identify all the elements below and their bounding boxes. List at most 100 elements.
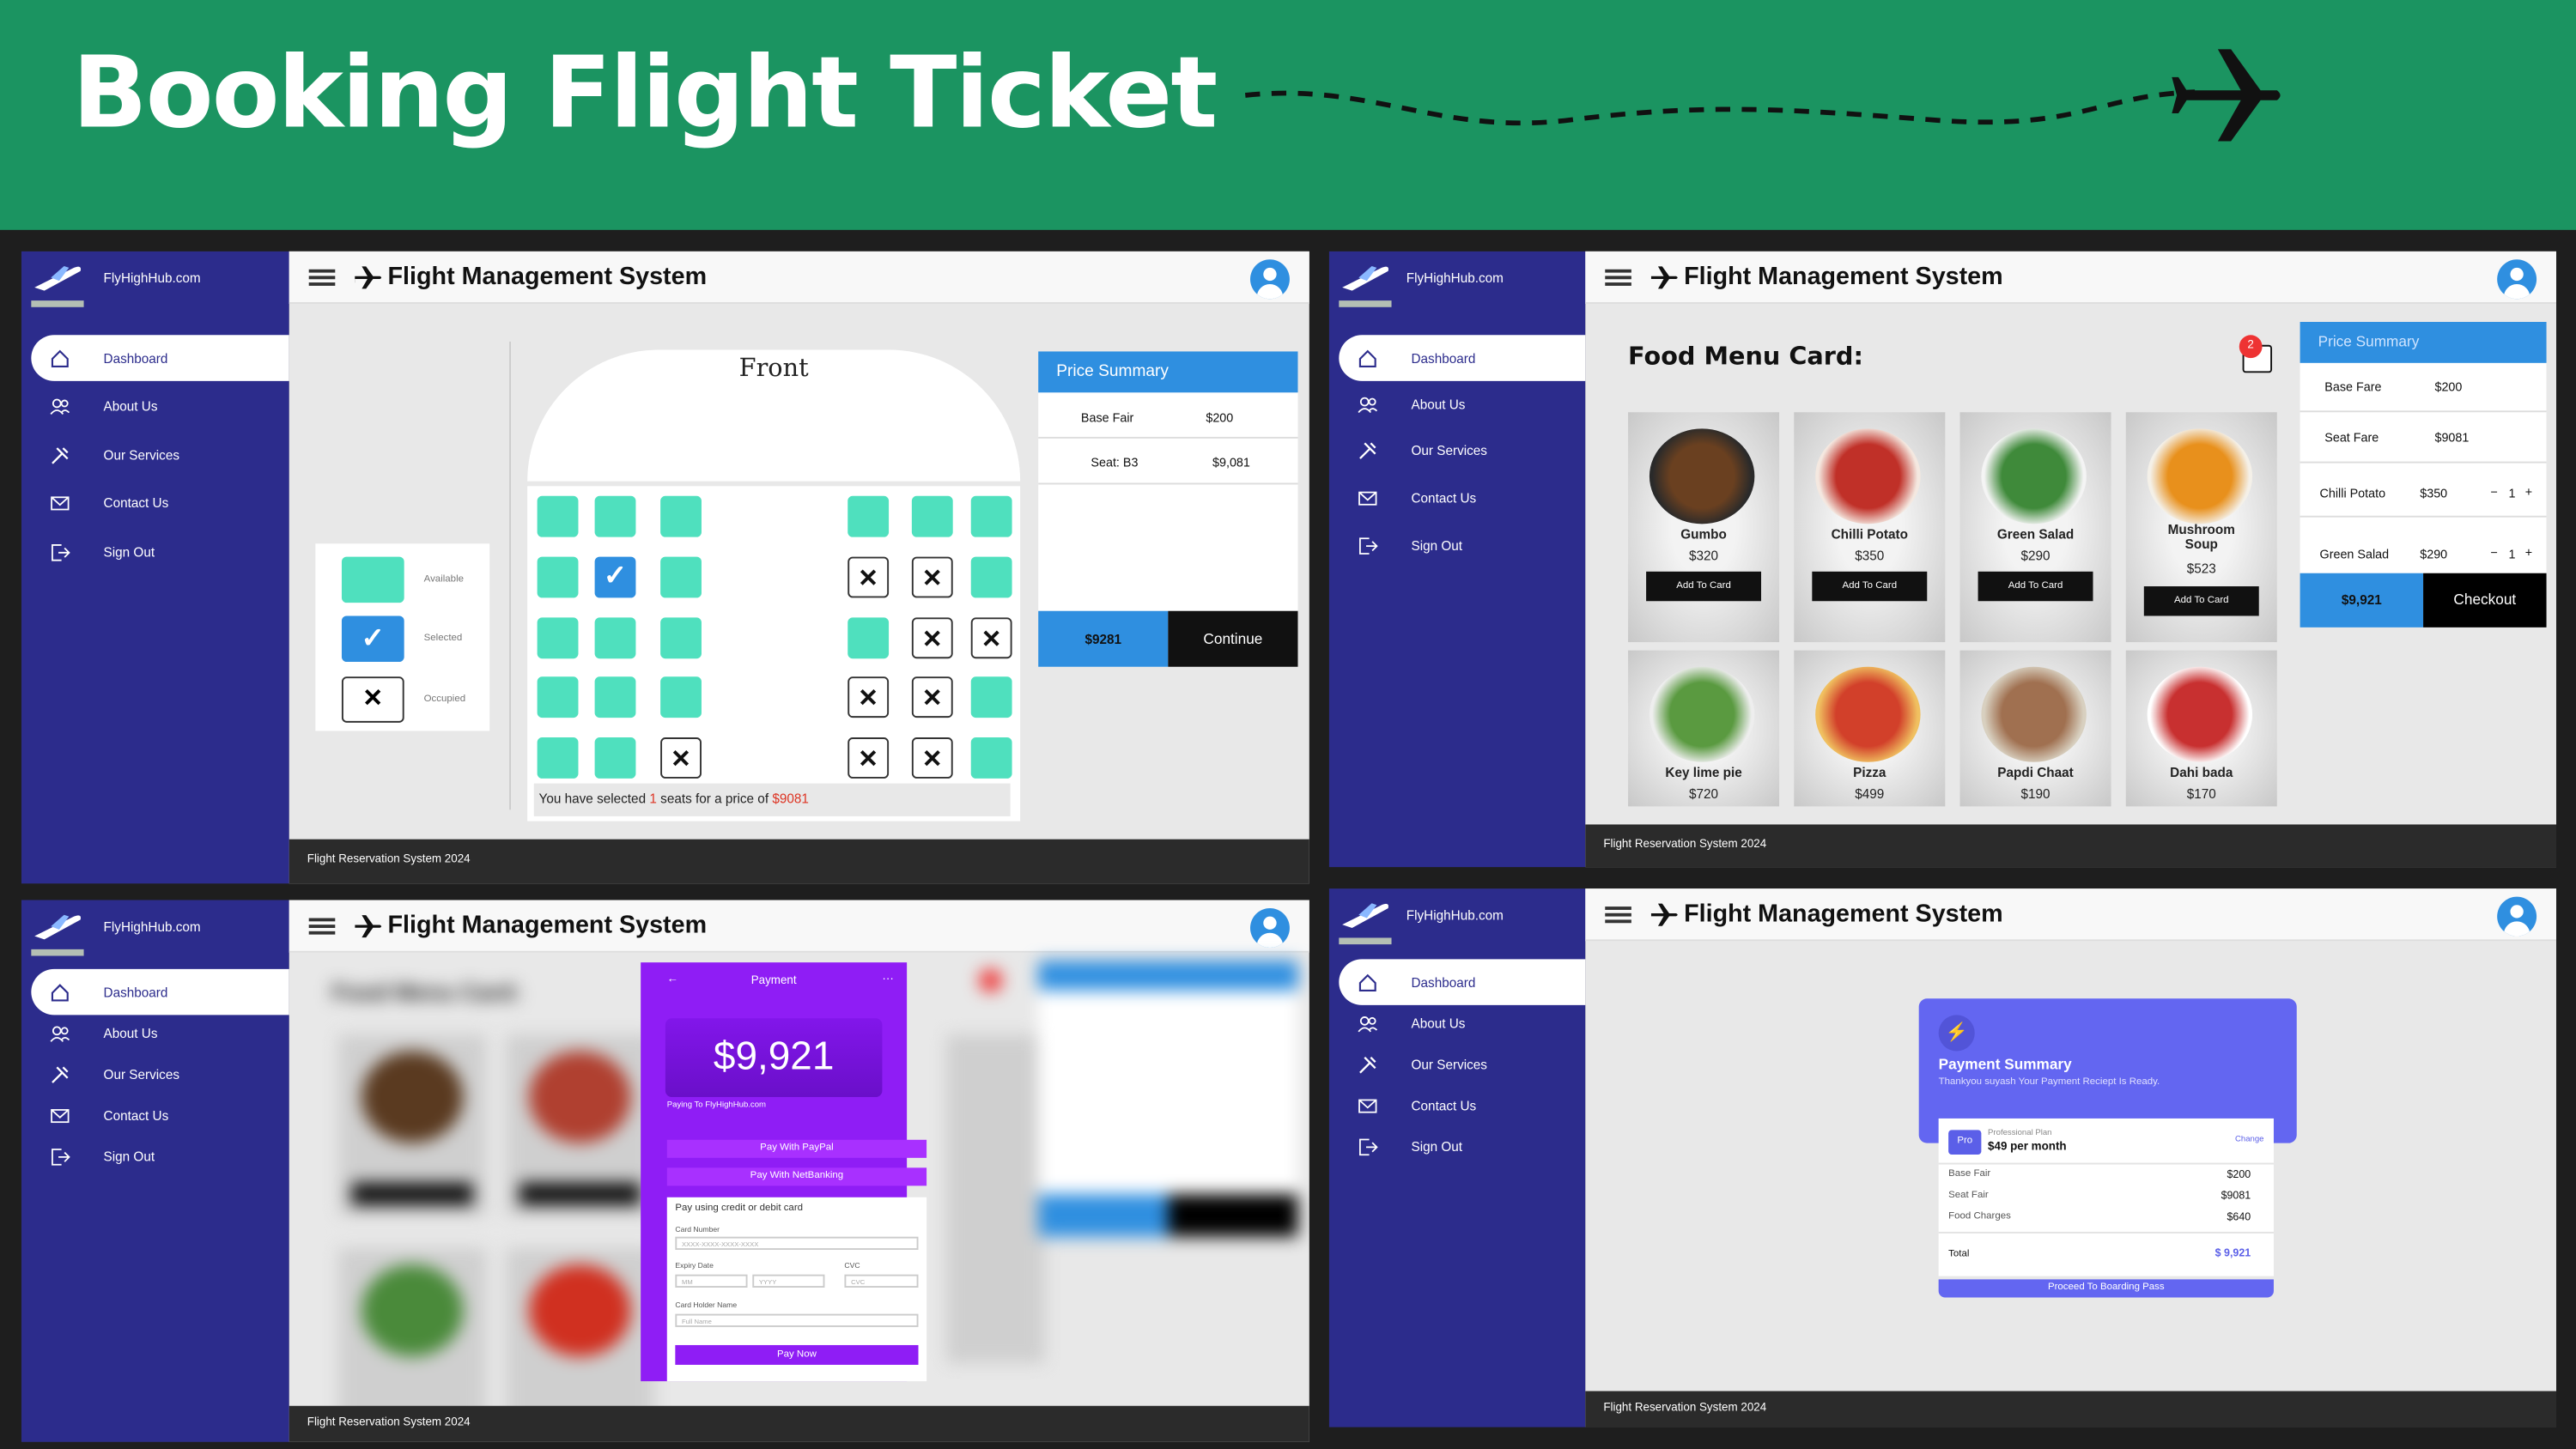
- seat[interactable]: [848, 556, 890, 598]
- seat[interactable]: [970, 676, 1012, 718]
- pay-now-button[interactable]: Pay Now: [675, 1344, 919, 1365]
- add-to-card-button[interactable]: Add To Card: [1978, 571, 2093, 602]
- nav-contact-us[interactable]: Contact Us: [31, 1092, 289, 1138]
- pay-with-netbanking-button[interactable]: Pay With NetBanking: [666, 1167, 927, 1186]
- card-holder-input[interactable]: Full Name: [675, 1313, 919, 1327]
- nav-dashboard[interactable]: Dashboard: [1339, 335, 1586, 381]
- seat[interactable]: [537, 617, 579, 659]
- seat[interactable]: [594, 676, 636, 718]
- nav-about-us[interactable]: About Us: [1339, 381, 1585, 427]
- seat[interactable]: [911, 495, 953, 537]
- nav-sign-out[interactable]: Sign Out: [1339, 1124, 1585, 1170]
- food-image: [1981, 428, 2087, 524]
- seat[interactable]: [848, 737, 890, 779]
- user-avatar[interactable]: [2497, 259, 2537, 300]
- seat[interactable]: [660, 617, 702, 659]
- expiry-month-input[interactable]: MM: [675, 1274, 748, 1288]
- seat[interactable]: [594, 495, 636, 537]
- seat[interactable]: [911, 617, 953, 659]
- cvc-input[interactable]: CVC: [844, 1274, 919, 1288]
- decrement-button[interactable]: −: [2491, 484, 2498, 499]
- menu-icon[interactable]: [308, 918, 336, 935]
- increment-button[interactable]: +: [2525, 545, 2532, 560]
- seat[interactable]: [848, 617, 890, 659]
- nav-about-us[interactable]: About Us: [1339, 1000, 1585, 1046]
- plan-price: $49 per month: [1988, 1141, 2067, 1154]
- nav-our-services[interactable]: Our Services: [1339, 1041, 1585, 1088]
- app-header: Flight Management System: [289, 900, 1309, 953]
- users-icon: [1355, 1012, 1378, 1035]
- seat[interactable]: [660, 737, 702, 779]
- seat[interactable]: [660, 676, 702, 718]
- nav-contact-us[interactable]: Contact Us: [31, 480, 289, 526]
- nav-dashboard[interactable]: Dashboard: [31, 335, 289, 381]
- nav-our-services[interactable]: Our Services: [31, 1051, 289, 1097]
- continue-button[interactable]: Continue: [1168, 610, 1298, 667]
- food-card: Pizza $499: [1794, 650, 1946, 807]
- nav-sign-out[interactable]: Sign Out: [31, 1133, 289, 1179]
- seat-legend: Available ✓ Selected ✕ Occupied: [315, 543, 490, 731]
- seat[interactable]: [848, 676, 890, 718]
- add-to-card-button[interactable]: Add To Card: [1646, 571, 1762, 602]
- user-avatar[interactable]: [2497, 896, 2537, 937]
- user-avatar[interactable]: [1249, 259, 1290, 300]
- nav-sign-out[interactable]: Sign Out: [1339, 522, 1585, 568]
- seat[interactable]: [537, 556, 579, 598]
- app-title: Flight Management System: [355, 912, 707, 939]
- proceed-to-boarding-pass-button[interactable]: Proceed To Boarding Pass: [1938, 1279, 2274, 1298]
- main-content: Flight Management System Available ✓ Sele…: [289, 251, 1309, 884]
- nav-dashboard[interactable]: Dashboard: [31, 968, 289, 1016]
- nav-contact-us[interactable]: Contact Us: [1339, 1082, 1585, 1129]
- change-link[interactable]: Change: [2235, 1135, 2264, 1144]
- food-menu-screenshot: FlyHighHub.com Dashboard About Us Our Se…: [1328, 251, 2557, 868]
- receipt-label: Base Fair: [1948, 1169, 1991, 1179]
- app-header: Flight Management System: [1585, 251, 2557, 304]
- nav-about-us[interactable]: About Us: [31, 1010, 289, 1057]
- seat[interactable]: [660, 495, 702, 537]
- nav-our-services[interactable]: Our Services: [31, 432, 289, 478]
- seat[interactable]: [970, 495, 1012, 537]
- seat[interactable]: [594, 556, 636, 598]
- decrement-button[interactable]: −: [2491, 545, 2498, 560]
- total-label: Total: [1948, 1249, 1970, 1260]
- nav-contact-us[interactable]: Contact Us: [1339, 475, 1585, 521]
- user-avatar[interactable]: [1249, 908, 1290, 948]
- seat[interactable]: [594, 617, 636, 659]
- expiry-year-input[interactable]: YYYY: [752, 1274, 825, 1288]
- add-to-card-button[interactable]: Add To Card: [1812, 571, 1928, 602]
- increment-button[interactable]: +: [2525, 484, 2532, 499]
- seat[interactable]: [660, 556, 702, 598]
- seat[interactable]: [537, 495, 579, 537]
- add-to-card-button[interactable]: Add To Card: [2143, 586, 2259, 616]
- card-number-input[interactable]: XXXX-XXXX-XXXX-XXXX: [675, 1236, 919, 1250]
- seat[interactable]: [911, 556, 953, 598]
- menu-icon[interactable]: [308, 269, 336, 286]
- base-fair-value: $200: [1206, 410, 1234, 426]
- seat[interactable]: [970, 737, 1012, 779]
- nav-about-us[interactable]: About Us: [31, 383, 289, 429]
- checkout-button[interactable]: Checkout: [2423, 573, 2547, 627]
- seat[interactable]: [911, 737, 953, 779]
- food-image: [1981, 666, 2087, 762]
- seat[interactable]: [594, 737, 636, 779]
- nav-dashboard[interactable]: Dashboard: [1339, 959, 1586, 1005]
- seat[interactable]: [537, 676, 579, 718]
- food-price: $320: [1689, 549, 1719, 564]
- seat[interactable]: [911, 676, 953, 718]
- nav-sign-out[interactable]: Sign Out: [31, 529, 289, 575]
- more-options-icon[interactable]: ···: [882, 974, 893, 985]
- nav-our-services[interactable]: Our Services: [1339, 427, 1585, 473]
- seat[interactable]: [970, 556, 1012, 598]
- menu-icon[interactable]: [1605, 906, 1631, 924]
- receipt: Pro Professional Plan $49 per month Chan…: [1938, 1118, 2274, 1276]
- food-menu-heading: Food Menu Card:: [1628, 341, 1863, 372]
- seat[interactable]: [537, 737, 579, 779]
- paying-to: Paying To FlyHighHub.com: [666, 1100, 767, 1111]
- card-form: Pay using credit or debit card Card Numb…: [666, 1197, 927, 1382]
- seat[interactable]: [848, 495, 890, 537]
- cart-count-badge: 2: [2239, 335, 2263, 359]
- back-arrow-icon[interactable]: ←: [667, 974, 678, 985]
- seat[interactable]: [970, 617, 1012, 659]
- menu-icon[interactable]: [1605, 269, 1631, 286]
- pay-with-paypal-button[interactable]: Pay With PayPal: [666, 1139, 927, 1158]
